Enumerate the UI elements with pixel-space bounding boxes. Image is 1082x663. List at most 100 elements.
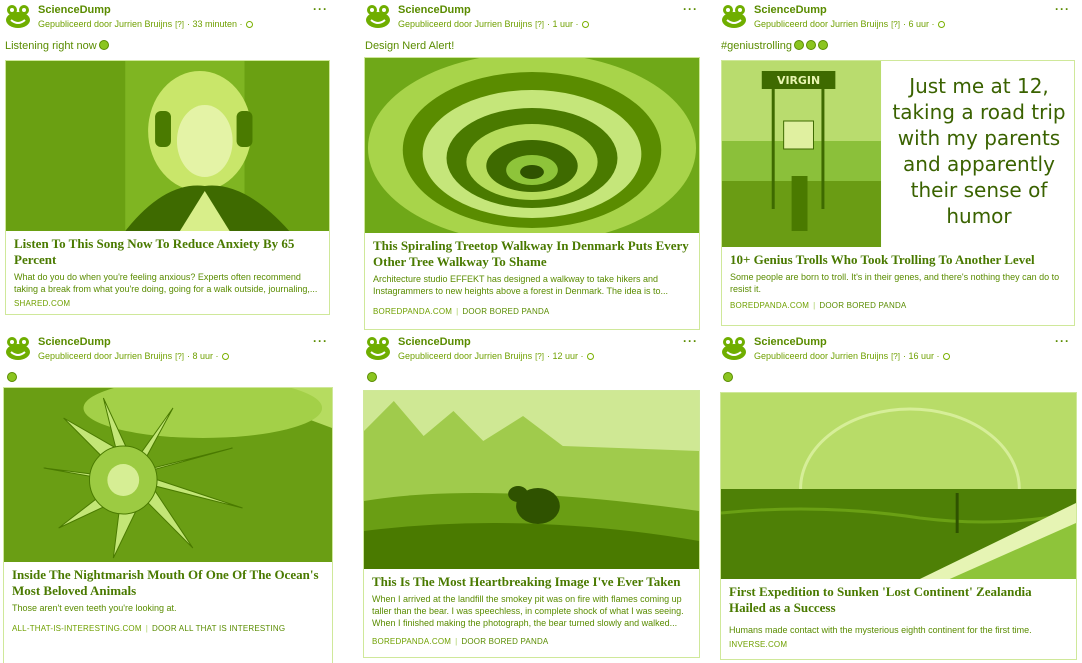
card-title[interactable]: Inside The Nightmarish Mouth Of One Of T… <box>4 562 332 599</box>
separator: · <box>546 19 550 29</box>
link-card[interactable]: This Spiraling Treetop Walkway In Denmar… <box>364 57 700 330</box>
post-1: ScienceDump Gepubliceerd door Jurrien Br… <box>0 0 340 315</box>
smile-emoji-icon <box>98 40 109 50</box>
separator: · <box>580 351 584 361</box>
separator: · <box>186 351 190 361</box>
laugh-emoji-icon <box>805 40 816 50</box>
link-card[interactable]: Inside The Nightmarish Mouth Of One Of T… <box>3 387 333 663</box>
separator: · <box>575 19 579 29</box>
post-meta: Gepubliceerd door Jurrien Bruijns [?] · 16… <box>754 351 950 361</box>
card-title[interactable]: This Is The Most Heartbreaking Image I'v… <box>364 569 699 590</box>
frog-avatar-icon[interactable] <box>5 335 31 361</box>
frog-avatar-icon[interactable] <box>721 335 747 361</box>
frog-avatar-icon[interactable] <box>721 3 747 29</box>
card-title[interactable]: 10+ Genius Trolls Who Took Trolling To A… <box>722 247 1074 268</box>
post-time[interactable]: 16 uur <box>909 351 935 361</box>
frog-avatar-icon[interactable] <box>5 3 31 29</box>
card-source: ALL-THAT-IS-INTERESTING.COM | DOOR ALL THA… <box>12 624 286 633</box>
globe-icon <box>586 353 594 360</box>
published-by: Gepubliceerd door Jurrien Bruijns <box>398 19 533 29</box>
card-source: SHARED.COM <box>14 299 71 308</box>
grin-emoji-icon <box>723 372 733 382</box>
card-description: When I arrived at the landfill the smoke… <box>372 594 684 628</box>
published-by: Gepubliceerd door Jurrien Bruijns <box>38 351 173 361</box>
help-link[interactable]: [?] <box>175 20 184 29</box>
more-options-button[interactable]: ··· <box>313 334 328 348</box>
card-title[interactable]: First Expedition to Sunken 'Lost Contine… <box>721 579 1076 616</box>
more-options-button[interactable]: ··· <box>683 2 698 16</box>
card-source: INVERSE.COM <box>729 640 788 649</box>
published-by: Gepubliceerd door Jurrien Bruijns <box>754 19 889 29</box>
separator: · <box>215 351 219 361</box>
globe-icon <box>937 21 945 28</box>
page-name-link[interactable]: ScienceDump <box>398 336 471 348</box>
separator: · <box>546 351 550 361</box>
card-image[interactable]: VIRGIN Just me at 12, taking a road trip… <box>722 61 1074 247</box>
post-5: ScienceDump Gepubliceerd door Jurrien Br… <box>360 332 710 658</box>
card-description: Architecture studio EFFEKT has designed … <box>373 274 668 296</box>
meme-text: Just me at 12, taking a road trip with m… <box>892 74 1066 228</box>
post-time[interactable]: 12 uur <box>553 351 579 361</box>
help-link[interactable]: [?] <box>891 20 900 29</box>
status-text <box>721 372 1082 386</box>
post-2: ScienceDump Gepubliceerd door Jurrien Br… <box>360 0 710 330</box>
globe-icon <box>221 353 229 360</box>
post-time[interactable]: 8 uur <box>193 351 214 361</box>
separator: · <box>931 19 935 29</box>
separator: · <box>902 19 906 29</box>
card-image[interactable] <box>365 58 699 233</box>
help-link[interactable]: [?] <box>535 20 544 29</box>
globe-icon <box>581 21 589 28</box>
post-time[interactable]: 6 uur <box>909 19 930 29</box>
card-image[interactable] <box>4 388 332 562</box>
scream-emoji-icon <box>7 372 17 382</box>
separator: · <box>239 19 243 29</box>
card-source: BOREDPANDA.COM | DOOR BORED PANDA <box>373 307 550 316</box>
sign-text: VIRGIN <box>777 74 820 87</box>
separator: · <box>902 351 906 361</box>
separator: · <box>936 351 940 361</box>
post-3: ScienceDump Gepubliceerd door Jurrien Br… <box>716 0 1082 326</box>
page-name-link[interactable]: ScienceDump <box>754 4 827 16</box>
card-image[interactable] <box>721 393 1076 579</box>
page-name-link[interactable]: ScienceDump <box>38 336 111 348</box>
link-card[interactable]: Listen To This Song Now To Reduce Anxiet… <box>5 60 330 315</box>
more-options-button[interactable]: ··· <box>683 334 698 348</box>
frog-avatar-icon[interactable] <box>365 3 391 29</box>
help-link[interactable]: [?] <box>891 352 900 361</box>
card-image[interactable] <box>6 61 329 231</box>
more-options-button[interactable]: ··· <box>1055 2 1070 16</box>
post-header: ScienceDump Gepubliceerd door Jurrien Br… <box>360 0 710 36</box>
link-card[interactable]: VIRGIN Just me at 12, taking a road trip… <box>721 60 1075 326</box>
separator: · <box>186 19 190 29</box>
sad-emoji-icon <box>367 372 377 382</box>
card-title[interactable]: Listen To This Song Now To Reduce Anxiet… <box>6 231 329 268</box>
page-name-link[interactable]: ScienceDump <box>754 336 827 348</box>
card-title[interactable]: This Spiraling Treetop Walkway In Denmar… <box>365 233 699 270</box>
help-link[interactable]: [?] <box>175 352 184 361</box>
post-time[interactable]: 1 uur <box>553 19 574 29</box>
status-text: #geniustrolling <box>721 40 1082 54</box>
link-card[interactable]: This Is The Most Heartbreaking Image I'v… <box>363 390 700 658</box>
card-source: BOREDPANDA.COM | DOOR BORED PANDA <box>372 637 549 646</box>
post-time[interactable]: 33 minuten <box>193 19 238 29</box>
card-description: What do you do when you're feeling anxio… <box>14 272 318 294</box>
frog-avatar-icon[interactable] <box>365 335 391 361</box>
post-meta: Gepubliceerd door Jurrien Bruijns [?] · 12… <box>398 351 594 361</box>
post-meta: Gepubliceerd door Jurrien Bruijns [?] · 1 … <box>398 19 589 29</box>
post-meta: Gepubliceerd door Jurrien Bruijns [?] · 8 … <box>38 351 229 361</box>
post-header: ScienceDump Gepubliceerd door Jurrien Br… <box>716 0 1082 36</box>
card-description: Some people are born to troll. It's in t… <box>730 272 1060 294</box>
published-by: Gepubliceerd door Jurrien Bruijns <box>38 19 173 29</box>
laugh-emoji-icon <box>793 40 804 50</box>
page-name-link[interactable]: ScienceDump <box>398 4 471 16</box>
status-text: Design Nerd Alert! <box>365 40 455 52</box>
help-link[interactable]: [?] <box>535 352 544 361</box>
link-card[interactable]: First Expedition to Sunken 'Lost Contine… <box>720 392 1077 660</box>
page-name-link[interactable]: ScienceDump <box>38 4 111 16</box>
globe-icon <box>942 353 950 360</box>
post-6: ScienceDump Gepubliceerd door Jurrien Br… <box>716 332 1082 660</box>
more-options-button[interactable]: ··· <box>313 2 328 16</box>
card-image[interactable] <box>364 391 699 569</box>
more-options-button[interactable]: ··· <box>1055 334 1070 348</box>
